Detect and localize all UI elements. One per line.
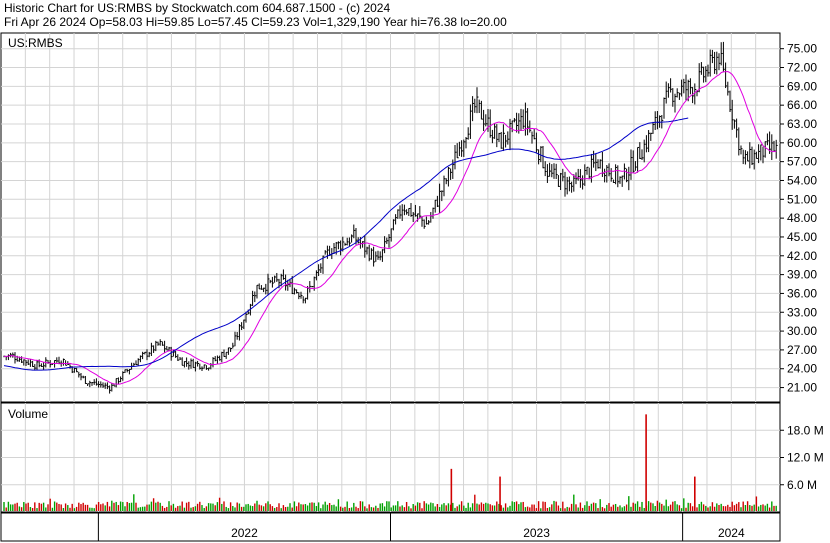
year-label: 2023 (523, 526, 550, 540)
price-tick-label: 75.00 (787, 42, 817, 56)
price-tick-label: 36.00 (787, 286, 817, 300)
price-tick-label: 54.00 (787, 173, 817, 187)
price-tick-label: 27.00 (787, 343, 817, 357)
price-tick-label: 33.00 (787, 305, 817, 319)
price-tick-label: 66.00 (787, 98, 817, 112)
volume-tick-label: 12.0 M (787, 451, 824, 465)
stock-chart: 75.00 72.00 69.00 66.00 63.00 60.00 57.00 54.00… (0, 32, 824, 542)
price-tick-label: 24.00 (787, 362, 817, 376)
price-tick-label: 45.00 (787, 230, 817, 244)
volume-panel: Volume 18.0 M 12.0 M 6.0 M (0, 402, 824, 513)
price-tick-label: 39.00 (787, 268, 817, 282)
price-tick-label: 42.00 (787, 249, 817, 263)
symbol-label: US:RMBS (8, 36, 63, 50)
price-tick-label: 48.00 (787, 211, 817, 225)
price-tick-label: 51.00 (787, 192, 817, 206)
price-tick-label: 21.00 (787, 381, 817, 395)
date-axis: 2022 2023 2024 (0, 512, 781, 542)
year-label: 2022 (231, 526, 258, 540)
price-tick-label: 63.00 (787, 117, 817, 131)
year-label: 2024 (718, 526, 745, 540)
price-tick-label: 57.00 (787, 155, 817, 169)
volume-tick-label: 6.0 M (787, 478, 817, 492)
price-tick-label: 72.00 (787, 61, 817, 75)
volume-tick-label: 18.0 M (787, 423, 824, 437)
volume-panel-label: Volume (8, 407, 48, 421)
price-panel: 75.00 72.00 69.00 66.00 63.00 60.00 57.00 54.00… (0, 32, 817, 403)
price-tick-label: 60.00 (787, 136, 817, 150)
price-tick-label: 69.00 (787, 79, 817, 93)
price-tick-label: 30.00 (787, 324, 817, 338)
